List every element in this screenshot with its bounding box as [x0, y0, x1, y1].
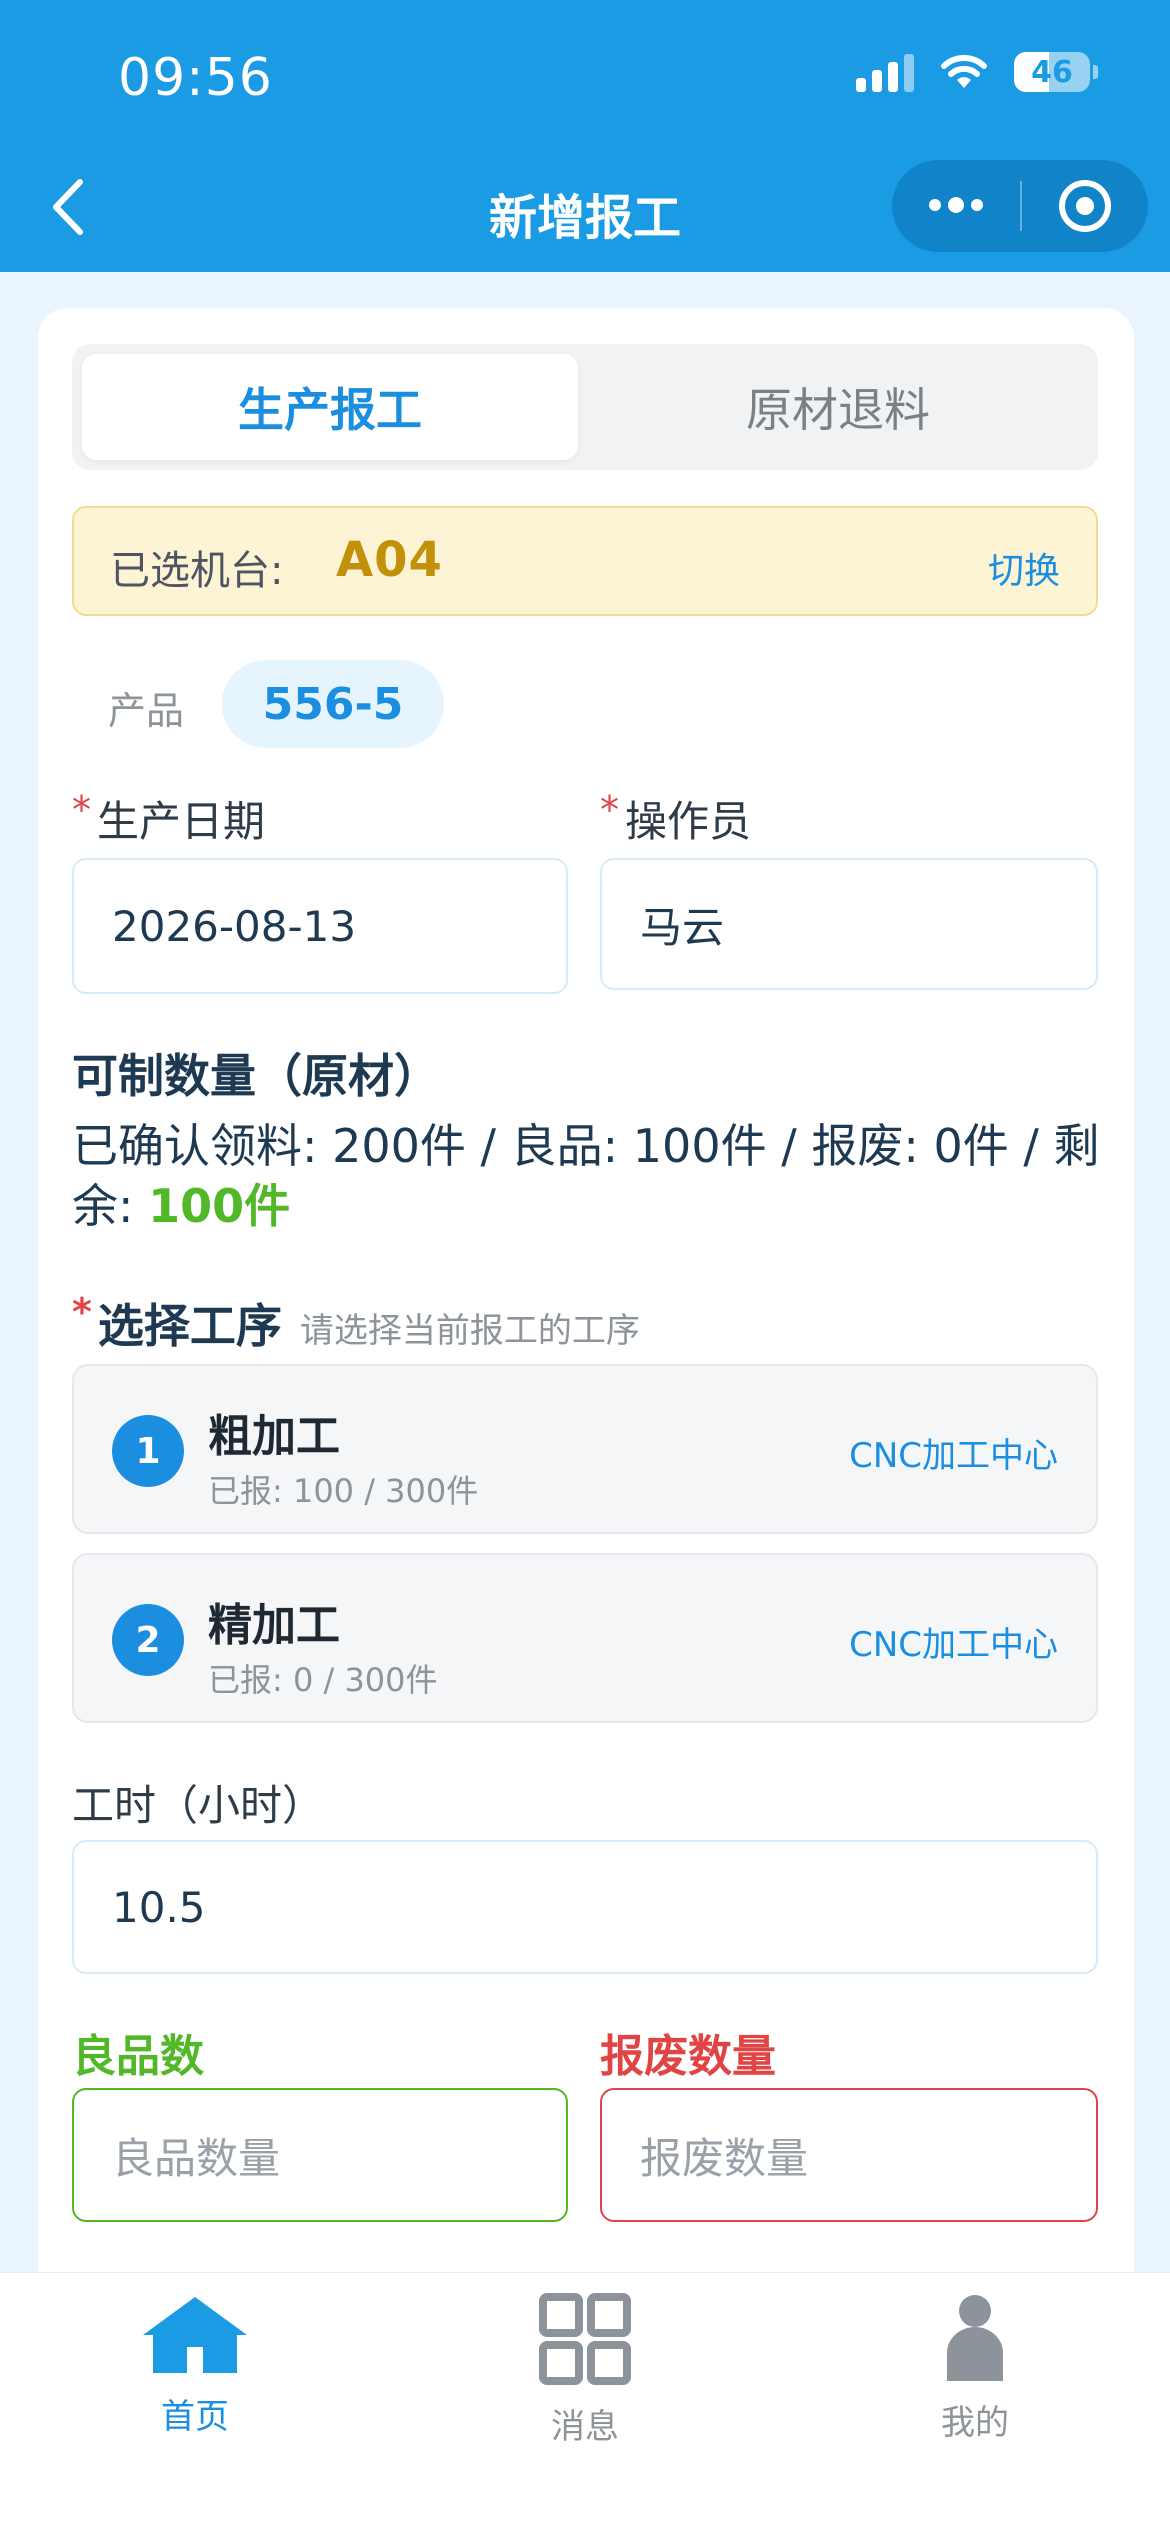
wifi-icon: [941, 55, 987, 88]
status-icons: 46: [856, 52, 1098, 92]
user-icon: [947, 2295, 1003, 2381]
tab-home-label: 首页: [161, 2397, 229, 2437]
process-number-badge: 2: [112, 1604, 184, 1676]
tab-material-return[interactable]: 原材退料: [588, 354, 1088, 460]
machine-label: 已选机台:: [110, 548, 284, 594]
machine-value: A04: [336, 532, 443, 588]
bottom-tab-bar: 首页 消息 我的: [0, 2272, 1170, 2532]
grid-icon: [539, 2293, 631, 2385]
scrap-quantity-input[interactable]: 报废数量: [600, 2088, 1098, 2222]
battery-icon: 46: [1014, 52, 1098, 92]
report-tabs: 生产报工 原材退料: [72, 344, 1098, 470]
operator-label: * 操作员: [600, 788, 752, 846]
tab-messages-label: 消息: [551, 2407, 619, 2447]
process-hint: 请选择当前报工的工序: [299, 1311, 640, 1351]
process-number-badge: 1: [112, 1415, 184, 1487]
more-icon[interactable]: [892, 197, 1020, 213]
production-date-label: * 生产日期: [72, 788, 266, 846]
app-header: 09:56 46 新增报工: [0, 0, 1170, 272]
process-reported: 已报: 0 / 300件: [208, 1661, 438, 1699]
process-name: 精加工: [208, 1600, 340, 1651]
process-reported: 已报: 100 / 300件: [208, 1472, 479, 1510]
selected-machine-bar: 已选机台: A04 切换: [72, 506, 1098, 616]
required-mark: *: [600, 788, 619, 832]
good-quantity-input[interactable]: 良品数量: [72, 2088, 568, 2222]
hours-field[interactable]: 10.5: [72, 1840, 1098, 1974]
remaining-quantity: 100件: [148, 1179, 291, 1233]
tab-home[interactable]: 首页: [95, 2293, 295, 2438]
signal-icon: [856, 52, 914, 92]
switch-machine-link[interactable]: 切换: [988, 542, 1060, 594]
product-chip: 556-5: [222, 660, 444, 748]
battery-level: 46: [1031, 54, 1073, 90]
hours-label: 工时（小时）: [72, 1781, 325, 1830]
process-machine: CNC加工中心: [849, 1625, 1058, 1665]
process-option[interactable]: 1 粗加工 已报: 100 / 300件 CNC加工中心: [72, 1364, 1098, 1534]
tab-profile[interactable]: 我的: [875, 2293, 1075, 2444]
operator-field[interactable]: 马云: [600, 858, 1098, 990]
tab-profile-label: 我的: [941, 2403, 1009, 2443]
scrap-quantity-label: 报废数量: [600, 2031, 776, 2082]
good-quantity-label: 良品数: [72, 2031, 204, 2082]
close-target-icon[interactable]: [1022, 180, 1148, 232]
quantity-summary: 已确认领料: 200件 / 良品: 100件 / 报废: 0件 / 剩余: 10…: [72, 1119, 1100, 1233]
production-date-field[interactable]: 2026-08-13: [72, 858, 568, 994]
mini-program-capsule: [892, 160, 1148, 252]
process-option[interactable]: 2 精加工 已报: 0 / 300件 CNC加工中心: [72, 1553, 1098, 1723]
tab-messages[interactable]: 消息: [485, 2293, 685, 2448]
product-label: 产品: [108, 689, 185, 733]
tab-production-report[interactable]: 生产报工: [82, 354, 578, 460]
process-machine: CNC加工中心: [849, 1436, 1058, 1476]
home-icon: [143, 2297, 247, 2373]
quantity-title: 可制数量（原材）: [72, 1049, 440, 1103]
required-mark: *: [72, 788, 91, 832]
process-name: 粗加工: [208, 1411, 340, 1462]
status-time: 09:56: [118, 48, 273, 108]
required-mark: *: [72, 1290, 92, 1334]
process-title: * 选择工序 请选择当前报工的工序: [72, 1290, 640, 1353]
